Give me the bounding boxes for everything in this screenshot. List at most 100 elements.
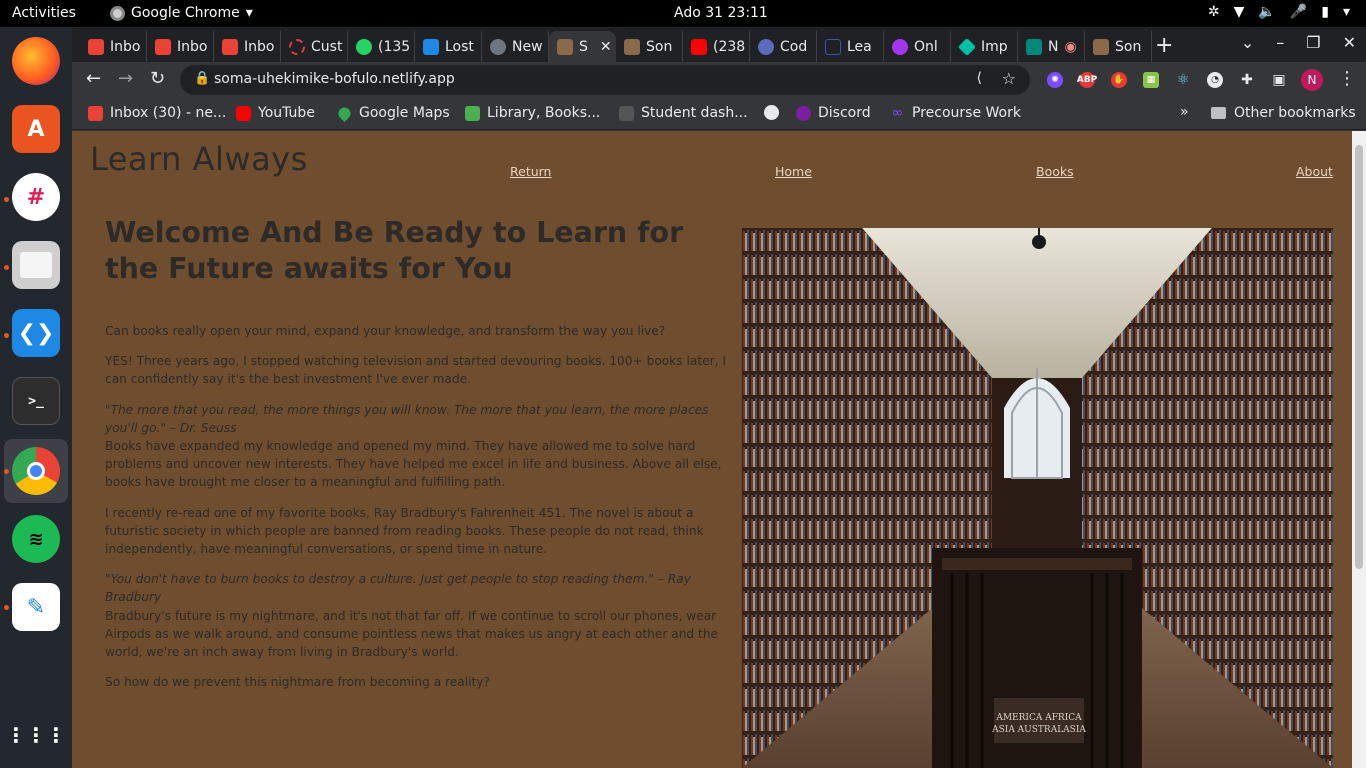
sign-text: AMERICA AFRICA	[995, 713, 1082, 723]
bookmark-item[interactable]: Library, Books...	[465, 105, 600, 121]
paragraph: Can books really open your mind, expand …	[105, 324, 666, 338]
page-scrollbar[interactable]	[1352, 131, 1366, 768]
clock[interactable]: Ado 31 23:11	[674, 5, 768, 21]
scrollbar-thumb[interactable]	[1355, 145, 1363, 569]
tab[interactable]: Onl	[884, 31, 951, 62]
quote-block: "You don't have to burn books to destroy…	[105, 570, 730, 661]
spotify-icon[interactable]: ≋	[12, 515, 60, 563]
tab-search-icon[interactable]: ⌄	[1241, 33, 1254, 52]
tab[interactable]: Son	[1085, 31, 1152, 62]
text-editor-icon[interactable]: ✎	[12, 583, 60, 631]
react-devtools-icon[interactable]: ⚛	[1175, 72, 1191, 88]
reload-icon[interactable]: ↻	[150, 68, 165, 89]
diamond-icon	[957, 37, 977, 56]
tab[interactable]: Cust	[281, 31, 348, 62]
caret-down-icon[interactable]: ▾	[1343, 4, 1350, 20]
software-center-icon[interactable]: A	[12, 105, 60, 153]
address-bar[interactable]: 🔒 soma-uhekimike-bofulo.netlify.app ⟨ ☆	[180, 65, 1030, 95]
tab[interactable]: Inbo	[214, 31, 281, 62]
nav-link-return[interactable]: Return	[510, 164, 551, 179]
tab-active[interactable]: S ✕	[549, 31, 616, 62]
color-picker-icon[interactable]: ✲	[1208, 4, 1220, 20]
extensions-puzzle-icon[interactable]: ✚	[1239, 72, 1255, 88]
terminal-icon[interactable]: >_	[12, 377, 60, 425]
wifi-icon[interactable]: ▼	[1234, 4, 1245, 20]
bookmark-item[interactable]: ∞ Precourse Work	[890, 105, 1021, 121]
bookmark-star-icon[interactable]: ☆	[1002, 69, 1016, 88]
minimize-icon[interactable]: –	[1276, 33, 1284, 52]
tab[interactable]: Imp	[951, 31, 1018, 62]
tab[interactable]: Inbo	[80, 31, 147, 62]
extension-grid-icon[interactable]: ▦	[1143, 72, 1159, 88]
nav-link-about[interactable]: About	[1296, 164, 1333, 179]
maximize-icon[interactable]: ❐	[1306, 33, 1320, 52]
close-window-icon[interactable]: ✕	[1343, 33, 1356, 52]
menu-icon[interactable]: ⋮	[1338, 68, 1356, 89]
adblock-icon[interactable]: ABP	[1077, 72, 1097, 88]
tab[interactable]: Son	[616, 31, 683, 62]
running-indicator	[4, 605, 9, 610]
app-menu[interactable]: Google Chrome ▾	[110, 5, 253, 21]
firefox-icon[interactable]	[12, 37, 60, 85]
volume-icon[interactable]: 🔈	[1258, 4, 1275, 20]
vscode-icon[interactable]: ❮❯	[12, 309, 60, 357]
side-panel-icon[interactable]: ▣	[1271, 72, 1287, 88]
other-bookmarks-folder[interactable]: Other bookmarks	[1211, 105, 1356, 121]
bookmark-item[interactable]: Student dash...	[619, 105, 748, 121]
nav-link-home[interactable]: Home	[775, 164, 812, 179]
infinity-icon: ∞	[891, 104, 904, 121]
url-text[interactable]: soma-uhekimike-bofulo.netlify.app	[214, 71, 455, 87]
tab[interactable]: Cod	[750, 31, 817, 62]
tab[interactable]: (135	[348, 31, 415, 62]
library-thumb-icon	[624, 38, 640, 55]
px-icon	[465, 105, 480, 121]
site-logo[interactable]: Learn Always	[90, 140, 308, 178]
profile-avatar[interactable]: N	[1301, 69, 1323, 91]
bookmark-item[interactable]: Discord	[796, 105, 871, 121]
alx-icon	[619, 105, 634, 121]
tab[interactable]: Lea	[817, 31, 884, 62]
microphone-icon[interactable]: 🎤	[1290, 4, 1307, 20]
paragraph: I recently re-read one of my favorite bo…	[105, 505, 704, 557]
chrome-icon[interactable]	[12, 447, 60, 495]
share-icon[interactable]: ⟨	[977, 70, 982, 86]
tab[interactable]: New	[482, 31, 549, 62]
tab[interactable]: (238	[683, 31, 750, 62]
folder-icon	[1211, 107, 1226, 119]
close-tab-icon[interactable]: ✕	[600, 39, 612, 55]
system-tray[interactable]: ✲ ▼ 🔈 🎤 ▮ ▾	[1208, 4, 1350, 20]
show-apps-icon[interactable]: ⋮⋮⋮	[6, 711, 66, 759]
paragraph: Bradbury's future is my nightmare, and i…	[105, 608, 719, 660]
more-bookmarks-button[interactable]: »	[1180, 104, 1189, 120]
back-icon[interactable]: ←	[86, 68, 101, 89]
files-icon[interactable]	[12, 241, 60, 289]
browser-toolbar: ← → ↻ 🔒 soma-uhekimike-bofulo.netlify.ap…	[72, 62, 1366, 98]
slack-icon[interactable]: #	[12, 173, 60, 221]
running-indicator	[4, 333, 9, 338]
bookmark-item[interactable]: YouTube	[236, 105, 315, 121]
sign-text: ASIA AUSTRALASIA	[991, 725, 1086, 735]
tab[interactable]: Lost	[415, 31, 482, 62]
activities-button[interactable]: Activities	[12, 5, 76, 21]
bookmark-item[interactable]: Inbox (30) - ne...	[88, 105, 226, 121]
tab[interactable]: N ◉	[1018, 31, 1085, 62]
quote: "You don't have to burn books to destroy…	[105, 572, 691, 605]
system-top-bar: Activities Google Chrome ▾ Ado 31 23:11 …	[0, 0, 1366, 27]
extension-icon[interactable]: ✺	[1047, 72, 1063, 88]
bookmark-item[interactable]: Google Maps	[336, 104, 450, 122]
new-tab-button[interactable]: +	[1155, 33, 1173, 58]
nav-link-books[interactable]: Books	[1036, 164, 1074, 179]
extension-circle-icon[interactable]: ◔	[1207, 72, 1223, 88]
extension-hand-icon[interactable]: ✋	[1111, 72, 1127, 88]
forward-icon[interactable]: →	[118, 68, 133, 89]
meet-icon	[1026, 38, 1042, 55]
paragraph: Books have expanded my knowledge and ope…	[105, 439, 722, 490]
battery-icon[interactable]: ▮	[1321, 4, 1329, 20]
caret-down-icon: ▾	[245, 5, 253, 21]
tab[interactable]: Inbo	[147, 31, 214, 62]
lock-icon[interactable]: 🔒	[194, 71, 210, 86]
quote: "The more that you read, the more things…	[105, 402, 709, 435]
bookmark-item[interactable]	[764, 105, 786, 120]
running-indicator	[4, 265, 9, 270]
app-menu-label: Google Chrome	[131, 5, 240, 21]
